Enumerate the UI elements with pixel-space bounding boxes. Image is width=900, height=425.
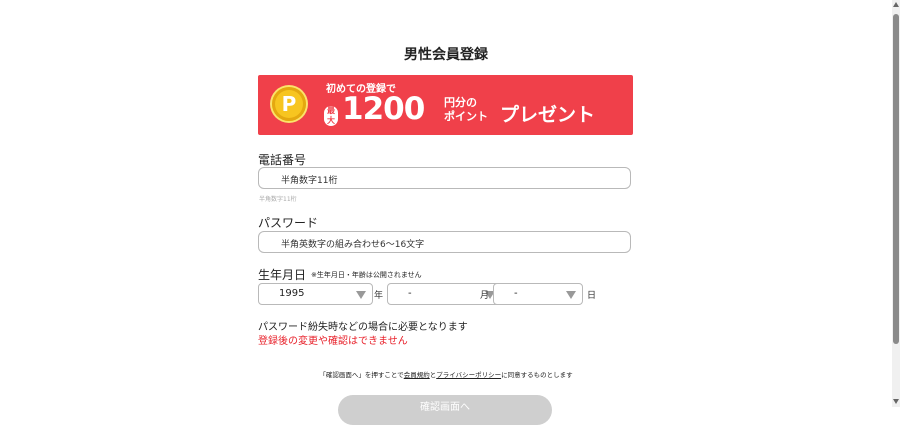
chevron-down-icon: [566, 291, 576, 299]
phone-field-wrapper: [258, 167, 631, 192]
year-suffix: 年: [374, 291, 384, 301]
phone-input[interactable]: [279, 170, 623, 192]
confirm-button[interactable]: 確認画面へ: [338, 395, 552, 425]
coin-letter: P: [281, 92, 297, 116]
password-recovery-info: パスワード紛失時などの場合に必要となります: [258, 322, 468, 333]
birth-year-value: 1995: [279, 288, 305, 299]
vertical-scrollbar[interactable]: [892, 0, 900, 407]
birth-day-select[interactable]: -: [493, 283, 583, 305]
agreement-text: 「確認画面へ」を押すことで会員規約とプライバシーポリシーに同意するものとします: [319, 371, 573, 379]
scroll-up-arrow-icon[interactable]: [893, 2, 899, 7]
birth-day-value: -: [514, 288, 518, 299]
phone-label: 電話番号: [258, 153, 307, 167]
day-suffix: 日: [587, 291, 597, 301]
birth-month-value: -: [408, 288, 412, 299]
password-input[interactable]: [279, 234, 623, 256]
banner-present-text: プレゼント: [500, 104, 596, 126]
month-suffix: 月: [480, 291, 490, 301]
phone-hint: 半角数字11桁: [259, 196, 297, 203]
registration-page: 男性会員登録 P 初めての登録で 最大 1200 円分の ポイント プレゼント 電…: [0, 0, 892, 425]
birth-year-select[interactable]: 1995: [258, 283, 373, 305]
warning-text: 登録後の変更や確認はできません: [258, 336, 408, 347]
birthdate-note: ※生年月日・年齢は公開されません: [311, 271, 422, 279]
scroll-thumb[interactable]: [893, 14, 899, 344]
banner-amount: 1200: [342, 91, 425, 127]
terms-link[interactable]: 会員規約: [404, 371, 430, 379]
scroll-down-arrow-icon[interactable]: [893, 399, 899, 404]
banner-unit: 円分の ポイント: [444, 96, 488, 123]
point-coin-icon: P: [272, 87, 306, 121]
password-label: パスワード: [258, 216, 319, 230]
chevron-down-icon: [356, 291, 366, 299]
privacy-policy-link[interactable]: プライバシーポリシー: [436, 371, 501, 379]
banner-max-label: 最大: [324, 106, 338, 126]
promo-banner[interactable]: P 初めての登録で 最大 1200 円分の ポイント プレゼント: [258, 75, 633, 135]
birthdate-label: 生年月日: [258, 268, 307, 282]
page-title: 男性会員登録: [404, 47, 488, 63]
password-field-wrapper: [258, 231, 631, 256]
